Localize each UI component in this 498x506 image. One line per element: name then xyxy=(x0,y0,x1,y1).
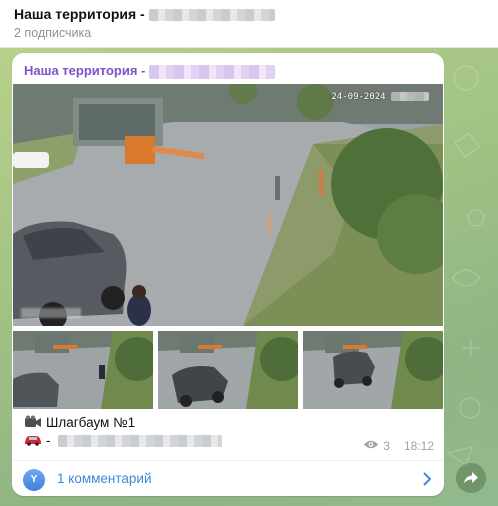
camera-timestamp: 24-09-2024 xyxy=(331,92,386,102)
caption-title-text: Шлагбаум №1 xyxy=(46,415,136,431)
redacted-author-name xyxy=(149,64,275,79)
channel-header[interactable]: Наша территория - 2 подписчика xyxy=(0,0,498,48)
thumbnail-scene-1 xyxy=(13,331,153,409)
camera-photo-thumbnail-1[interactable] xyxy=(13,331,153,409)
message-bubble: Наша территория - 24-09-2024 Шлагбаум №1… xyxy=(12,53,444,496)
message-meta: 3 18:12 xyxy=(363,439,434,453)
redacted-plate-number xyxy=(58,435,223,448)
views-count: 3 xyxy=(383,439,390,453)
caption-plate-text: - xyxy=(46,433,51,448)
main-camera-photo[interactable]: 24-09-2024 xyxy=(13,84,443,326)
share-button[interactable] xyxy=(456,463,486,493)
red-car-icon xyxy=(24,434,42,449)
channel-title[interactable]: Наша территория - xyxy=(14,6,275,22)
share-arrow-icon xyxy=(464,472,478,484)
channel-title-text: Наша территория - xyxy=(14,6,145,22)
camera-label-overlay xyxy=(21,308,81,318)
comments-label: 1 комментарий xyxy=(57,471,152,486)
redacted-channel-name xyxy=(148,9,275,22)
camera-timestamp-overlay: 24-09-2024 xyxy=(331,92,429,102)
subscriber-count: 2 подписчика xyxy=(14,26,92,40)
commenter-avatar: Y xyxy=(23,469,45,491)
camera-photo-thumbnail-3[interactable] xyxy=(303,331,443,409)
message-author[interactable]: Наша территория - xyxy=(24,63,275,79)
eye-icon xyxy=(363,439,379,453)
chevron-right-icon xyxy=(423,472,432,491)
camera-photo-thumbnail-2[interactable] xyxy=(158,331,298,409)
thumbnail-scene-3 xyxy=(303,331,443,409)
comments-button[interactable]: Y 1 комментарий xyxy=(12,460,444,496)
caption-plate: - xyxy=(24,433,223,449)
caption-title: Шлагбаум №1 xyxy=(24,415,135,432)
video-camera-icon xyxy=(24,415,42,432)
thumbnail-scene-2 xyxy=(158,331,298,409)
redacted-time xyxy=(391,92,429,101)
message-author-text: Наша территория - xyxy=(24,63,146,78)
message-time: 18:12 xyxy=(403,439,434,453)
parking-lot-scene xyxy=(13,84,443,326)
